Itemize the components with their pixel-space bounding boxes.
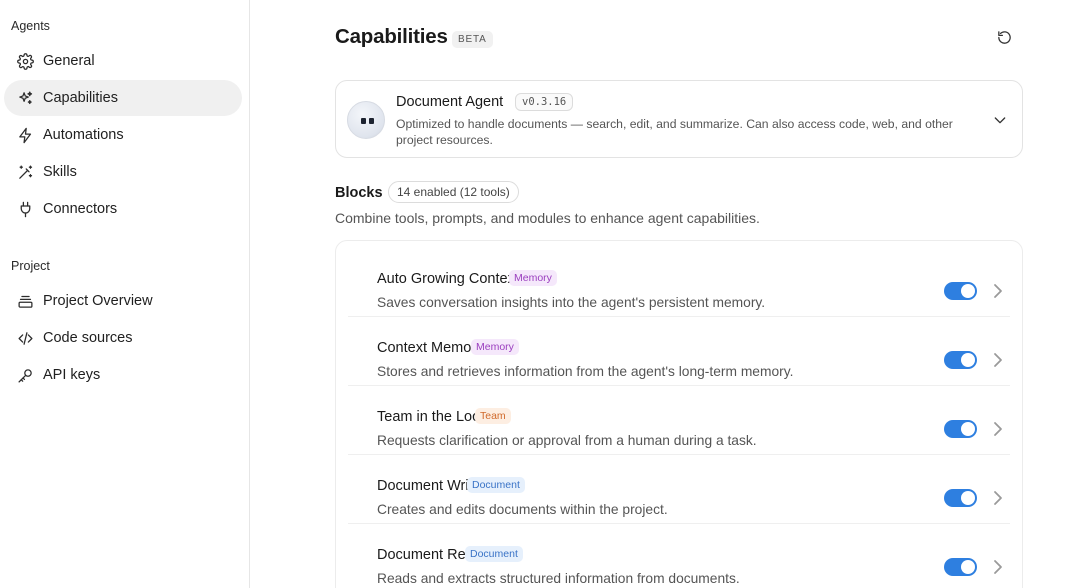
refresh-icon <box>996 29 1013 46</box>
bolt-icon <box>16 126 34 144</box>
section-label-agents: Agents <box>11 19 50 33</box>
blocks-title: Blocks <box>335 185 383 201</box>
sidebar-item-label: Code sources <box>43 330 133 346</box>
gear-icon <box>16 52 34 70</box>
chevron-right-icon[interactable] <box>991 350 1005 370</box>
avatar-eye <box>369 118 374 124</box>
block-tag: Document <box>467 477 525 493</box>
block-toggle[interactable] <box>944 489 977 507</box>
blocks-subtitle: Combine tools, prompts, and modules to e… <box>335 210 760 226</box>
agent-name: Document Agent <box>396 94 504 110</box>
block-name: Auto Growing Context <box>377 271 519 287</box>
block-tag: Memory <box>471 339 519 355</box>
magic-wand-icon <box>16 163 34 181</box>
toggle-knob <box>961 560 975 574</box>
sidebar-item-general[interactable]: General <box>4 43 242 79</box>
chevron-right-icon[interactable] <box>991 281 1005 301</box>
block-row-context-memory[interactable]: Context Memory Memory Stores and retriev… <box>348 317 1010 386</box>
section-label-project: Project <box>11 259 50 273</box>
block-description: Creates and edits documents within the p… <box>377 502 668 517</box>
sparkle-icon <box>16 89 34 107</box>
sidebar-item-connectors[interactable]: Connectors <box>4 191 242 227</box>
block-row-document-write[interactable]: Document Write Document Creates and edit… <box>348 455 1010 524</box>
toggle-knob <box>961 284 975 298</box>
toggle-knob <box>961 422 975 436</box>
block-name: Context Memory <box>377 340 484 356</box>
block-tag: Team <box>475 408 511 424</box>
block-description: Stores and retrieves information from th… <box>377 364 794 379</box>
sidebar-item-code-sources[interactable]: Code sources <box>4 320 242 356</box>
sidebar-item-label: Project Overview <box>43 293 153 309</box>
sidebar-item-label: Capabilities <box>43 90 118 106</box>
agent-description: Optimized to handle documents — search, … <box>396 117 953 147</box>
reset-button[interactable] <box>993 26 1015 48</box>
block-toggle[interactable] <box>944 420 977 438</box>
block-toggle[interactable] <box>944 351 977 369</box>
agent-version-badge: v0.3.16 <box>515 93 574 111</box>
sidebar-item-project-overview[interactable]: Project Overview <box>4 283 242 319</box>
block-toggle[interactable] <box>944 282 977 300</box>
sidebar-item-label: General <box>43 53 95 69</box>
blocks-count-badge: 14 enabled (12 tools) <box>388 181 519 203</box>
sidebar-item-label: Automations <box>43 127 124 143</box>
sidebar-item-label: Connectors <box>43 201 118 217</box>
block-row-auto-growing-context[interactable]: Auto Growing Context Memory Saves conver… <box>348 248 1010 317</box>
page-title: Capabilities <box>335 25 448 48</box>
block-row-document-read[interactable]: Document Read Document Reads and extract… <box>348 524 1010 588</box>
code-icon <box>16 329 34 347</box>
main-content: Capabilities BETA Document Agent v0.3.16… <box>251 0 1075 588</box>
sidebar-item-automations[interactable]: Automations <box>4 117 242 153</box>
beta-badge: BETA <box>452 31 493 48</box>
block-tag: Document <box>465 546 523 562</box>
sidebar-item-label: API keys <box>43 367 101 383</box>
chevron-right-icon[interactable] <box>991 488 1005 508</box>
agent-card[interactable]: Document Agent v0.3.16 Optimized to hand… <box>335 80 1023 158</box>
sidebar-item-skills[interactable]: Skills <box>4 154 242 190</box>
block-row-team-in-the-loop[interactable]: Team in the Loop Team Requests clarifica… <box>348 386 1010 455</box>
chevron-right-icon[interactable] <box>991 557 1005 577</box>
blocks-list: Auto Growing Context Memory Saves conver… <box>335 240 1023 588</box>
block-description: Reads and extracts structured informatio… <box>377 571 740 586</box>
toggle-knob <box>961 491 975 505</box>
sidebar-item-capabilities[interactable]: Capabilities <box>4 80 242 116</box>
avatar-eye <box>361 118 366 124</box>
toggle-knob <box>961 353 975 367</box>
agent-avatar <box>347 101 385 139</box>
expand-agent-button[interactable] <box>991 111 1009 129</box>
sidebar-item-label: Skills <box>43 164 77 180</box>
block-name: Team in the Loop <box>377 409 489 425</box>
block-description: Requests clarification or approval from … <box>377 433 757 448</box>
chevron-down-icon <box>992 112 1008 128</box>
chevron-right-icon[interactable] <box>991 419 1005 439</box>
sidebar: Agents General Capabilities Automations … <box>0 0 250 588</box>
block-tag: Memory <box>509 270 557 286</box>
plug-icon <box>16 200 34 218</box>
block-name: Document Write <box>377 478 481 494</box>
layers-icon <box>16 292 34 310</box>
key-icon <box>16 366 34 384</box>
sidebar-item-api-keys[interactable]: API keys <box>4 357 242 393</box>
block-toggle[interactable] <box>944 558 977 576</box>
block-description: Saves conversation insights into the age… <box>377 295 766 310</box>
